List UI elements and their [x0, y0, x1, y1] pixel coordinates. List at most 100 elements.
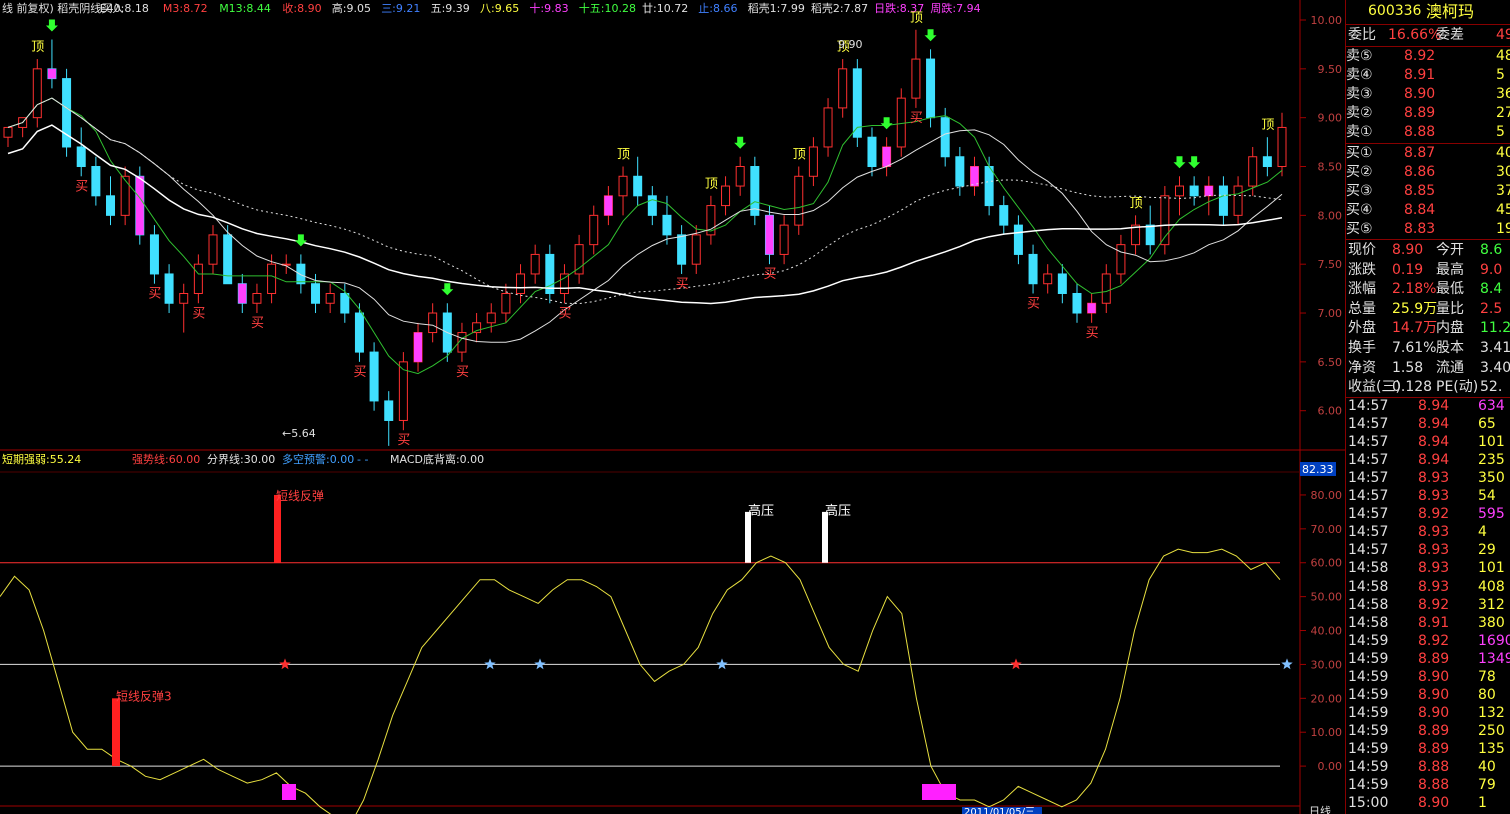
candle-body — [867, 136, 877, 168]
bottom-signal-block — [282, 784, 296, 800]
rebound-bar — [274, 494, 281, 563]
tick-price: 8.90 — [1418, 686, 1450, 703]
tick-row: 14:59 8.90 78 — [1346, 668, 1510, 687]
date-cursor-label: 2011/01/05/三 — [964, 807, 1035, 814]
candle-body — [955, 156, 965, 187]
signal-bar — [765, 215, 774, 255]
candle-body — [1262, 156, 1272, 168]
candle-body — [120, 175, 130, 216]
candle-body — [647, 195, 657, 216]
signal-bar — [47, 68, 56, 79]
buy-marker: 买 — [192, 306, 205, 321]
tick-row: 14:59 8.90 132 — [1346, 704, 1510, 723]
top-marker: 顶 — [910, 11, 923, 26]
tick-volume: 1349 — [1478, 650, 1510, 667]
price-axis-label: 10.00 — [1311, 14, 1343, 27]
kline-chart-svg[interactable]: 线 前复权) 稻壳阴线买入E40:8.18 M3:8.72 M13:8.44 收:8.… — [0, 0, 1345, 814]
candle-body — [428, 312, 438, 334]
buy-marker: 买 — [558, 306, 571, 321]
sell-order-row: 卖④ 8.91 5 — [1346, 66, 1510, 85]
candle-body — [911, 58, 921, 99]
tick-price: 8.88 — [1418, 777, 1450, 794]
tick-price: 8.91 — [1418, 614, 1450, 631]
star-icon — [1010, 658, 1022, 670]
candle-body — [369, 351, 379, 402]
tick-price: 8.94 — [1418, 398, 1450, 414]
buy-marker: 买 — [251, 316, 264, 331]
signal-bar — [604, 195, 613, 216]
sell-order-row: 卖⑤ 8.92 48 — [1346, 47, 1510, 66]
tick-time: 14:58 — [1348, 596, 1389, 613]
quote-label: 流通 — [1436, 359, 1464, 376]
header-item: 五:9.39 — [431, 2, 470, 15]
order-price: 8.83 — [1404, 221, 1436, 237]
pressure-bar — [745, 511, 751, 563]
order-volume: 36 — [1496, 86, 1510, 102]
quote-row: 涨幅 2.18% 最低 8.4 — [1346, 280, 1510, 299]
tick-row: 14:59 8.89 135 — [1346, 740, 1510, 759]
buy-marker: 买 — [353, 365, 366, 380]
candle-body — [179, 292, 189, 304]
top-marker: 顶 — [1130, 196, 1143, 211]
order-price: 8.92 — [1404, 48, 1436, 64]
tick-row: 14:59 8.89 250 — [1346, 722, 1510, 741]
stock-code: 600336 — [1368, 3, 1422, 19]
buy-marker: 买 — [148, 287, 161, 302]
tick-row: 14:59 8.89 1349 — [1346, 650, 1510, 669]
candle-body — [252, 292, 262, 304]
order-label: 买④ — [1346, 202, 1373, 218]
quote-row: 总量 25.9万 量比 2.5 — [1346, 300, 1510, 319]
tick-volume: 350 — [1478, 470, 1505, 487]
tick-volume: 595 — [1478, 506, 1505, 523]
buy-marker: 买 — [75, 179, 88, 194]
candle-body — [1248, 156, 1258, 187]
tick-price: 8.89 — [1418, 740, 1450, 757]
tick-row: 14:58 8.93 408 — [1346, 578, 1510, 597]
candle-body — [794, 175, 804, 226]
candle-body — [1277, 126, 1287, 168]
quote-label: 外盘 — [1348, 320, 1376, 337]
header-item: 三:9.21 — [381, 2, 420, 15]
indicator-header-item: 短期强弱:55.24 — [2, 452, 81, 466]
candle-body — [750, 166, 760, 216]
buy-marker: 买 — [456, 365, 469, 380]
order-price: 8.89 — [1404, 105, 1436, 121]
candle-body — [501, 292, 511, 314]
tick-price: 8.93 — [1418, 578, 1450, 595]
candle-body — [193, 263, 203, 294]
stock-name: 澳柯玛 — [1426, 2, 1475, 21]
quote-row: 净资 1.58 流通 3.40亿 — [1346, 359, 1510, 378]
tick-volume: 380 — [1478, 614, 1505, 631]
tick-price: 8.94 — [1418, 416, 1450, 433]
quote-row: 收益(三) 0.128 PE(动) 52. — [1346, 378, 1510, 397]
indicator-axis-label: 40.00 — [1311, 625, 1343, 638]
tick-time: 14:57 — [1348, 506, 1389, 523]
tick-time: 14:57 — [1348, 434, 1389, 451]
price-axis-label: 9.00 — [1318, 112, 1343, 125]
header-item: 十:9.83 — [529, 1, 568, 15]
order-label: 买⑤ — [1346, 221, 1373, 237]
candle-body — [267, 263, 277, 294]
candle-body — [779, 224, 789, 255]
header-item: 高:9.05 — [332, 1, 371, 15]
order-volume: 5 — [1496, 124, 1505, 140]
tick-time: 14:58 — [1348, 578, 1389, 595]
star-icon — [534, 658, 546, 670]
top-marker: 顶 — [1261, 118, 1274, 133]
candle-body — [589, 214, 599, 246]
tick-price: 8.92 — [1418, 632, 1450, 649]
tick-row: 14:57 8.93 4 — [1346, 523, 1510, 542]
price-axis-label: 8.00 — [1318, 209, 1343, 222]
quote-value: 8.4 — [1480, 281, 1503, 298]
header-item: 稻壳2:7.87 — [811, 1, 868, 15]
quote-label: 今开 — [1436, 242, 1464, 258]
quote-panel: 600336 澳柯玛 委比 16.66% 委差 49 卖⑤ 8.92 48 卖④ 8.9… — [1345, 0, 1510, 814]
tick-volume: 1 — [1478, 795, 1487, 812]
tick-price: 8.93 — [1418, 524, 1450, 541]
order-label: 卖① — [1346, 124, 1373, 140]
quote-row: 涨跌 0.19 最高 9.0 — [1346, 261, 1510, 280]
price-axis-label: 9.50 — [1318, 63, 1343, 76]
top-marker: 顶 — [793, 148, 806, 163]
tick-volume: 54 — [1478, 488, 1496, 505]
kline-chart-area[interactable]: 线 前复权) 稻壳阴线买入 E40:8.18 M3:8.72 M13:8.44 收:8.… — [0, 0, 1345, 814]
